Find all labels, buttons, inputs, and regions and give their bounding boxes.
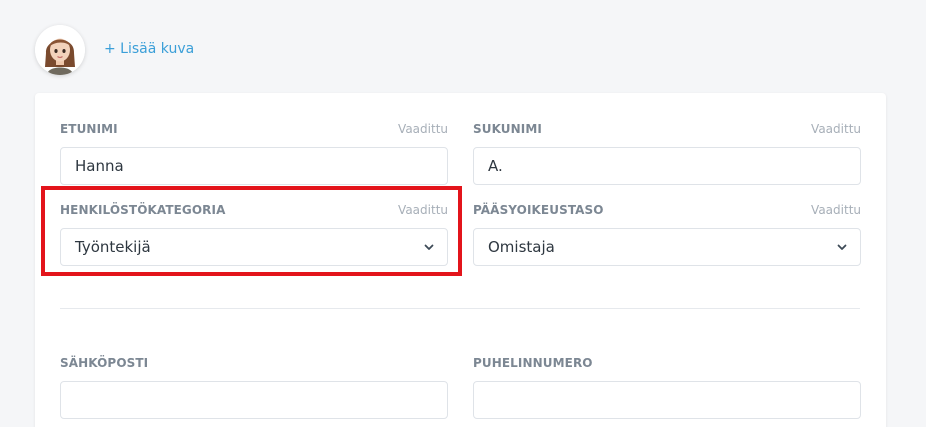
email-label: SÄHKÖPOSTI	[60, 356, 149, 370]
avatar[interactable]	[35, 25, 85, 75]
access-level-select[interactable]: Omistaja	[473, 228, 861, 266]
section-divider	[60, 308, 860, 309]
access-level-label: PÄÄSYOIKEUSTASO	[473, 203, 604, 217]
last-name-label: SUKUNIMI	[473, 122, 542, 136]
phone-label: PUHELINNUMERO	[473, 356, 593, 370]
first-name-required: Vaadittu	[398, 122, 448, 136]
highlight-box	[41, 186, 462, 276]
last-name-required: Vaadittu	[811, 122, 861, 136]
add-photo-link[interactable]: + Lisää kuva	[104, 41, 194, 57]
chevron-down-icon	[837, 244, 847, 250]
last-name-input[interactable]: A.	[473, 147, 861, 185]
email-input[interactable]	[60, 381, 448, 419]
first-name-input[interactable]: Hanna	[60, 147, 448, 185]
avatar-illustration	[35, 25, 85, 75]
phone-input[interactable]	[473, 381, 861, 419]
access-level-required: Vaadittu	[811, 203, 861, 217]
access-level-value: Omistaja	[488, 238, 555, 256]
first-name-label: ETUNIMI	[60, 122, 118, 136]
